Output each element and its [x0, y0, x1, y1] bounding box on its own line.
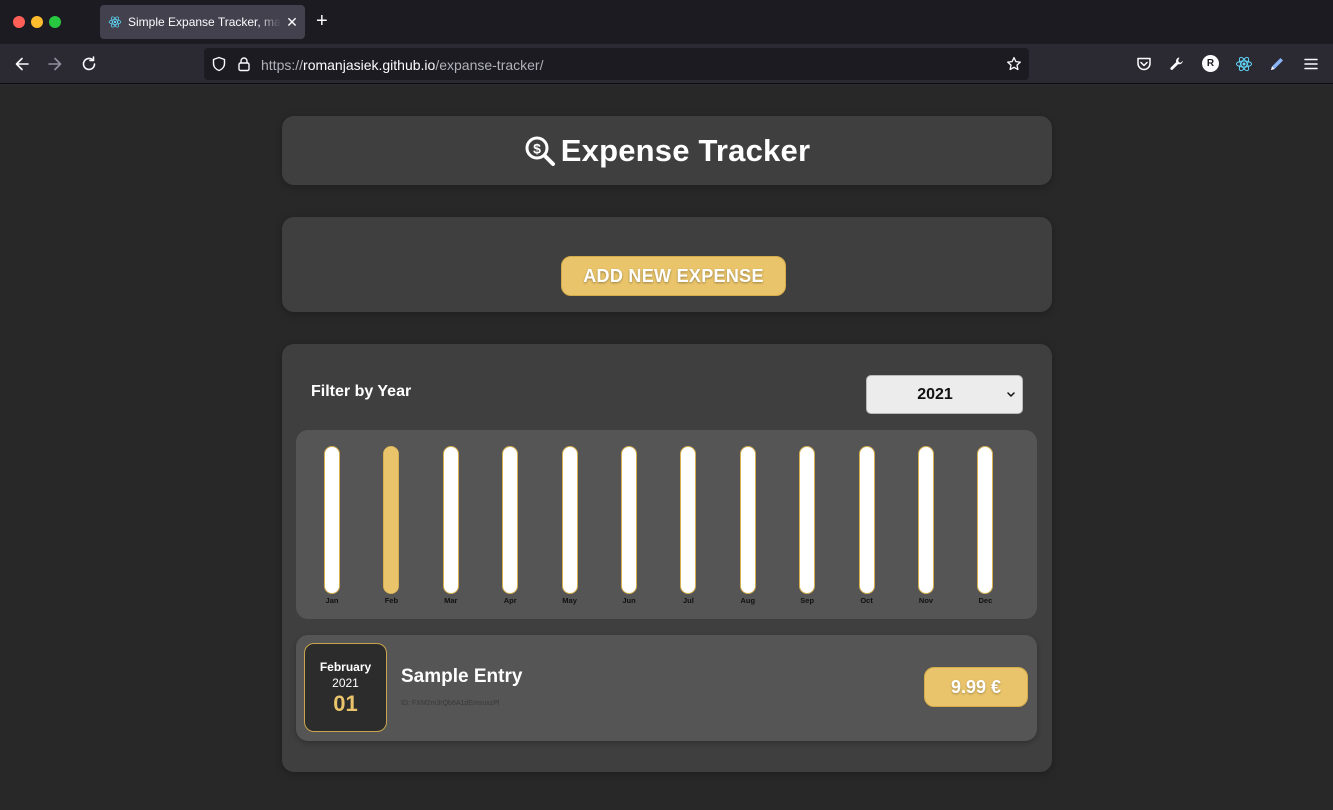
chart-bar-nov: Nov [916, 446, 936, 605]
pocket-icon[interactable] [1135, 55, 1153, 73]
chevron-down-icon [1007, 392, 1015, 397]
browser-titlebar: Simple Expanse Tracker, made with React … [0, 0, 1333, 44]
chart-bar-track [918, 446, 934, 594]
chart-bar-may: May [560, 446, 580, 605]
chart-bar-label: Sep [800, 596, 815, 605]
new-tab-button[interactable]: + [316, 11, 328, 31]
tab-title: Simple Expanse Tracker, made with React [128, 15, 281, 29]
chart-bar-track [561, 446, 578, 594]
back-icon[interactable] [12, 54, 32, 74]
tab-close-icon[interactable]: ✕ [285, 14, 299, 31]
forward-icon[interactable] [45, 54, 65, 74]
chart-bar-track [502, 446, 519, 594]
chart-bar-track [383, 446, 400, 594]
zoom-window-button[interactable] [49, 16, 61, 28]
browser-navbar: https://romanjasiek.github.io/expanse-tr… [0, 44, 1333, 84]
header-card: $ Expense Tracker [282, 116, 1052, 185]
year-filter-select[interactable]: 2021 [866, 375, 1023, 414]
expense-item[interactable]: February 2021 01 Sample Entry ID: FXM2m3… [296, 635, 1037, 741]
chart-bar-dec: Dec [975, 446, 995, 605]
page-content: $ Expense Tracker ADD NEW EXPENSE Filter… [0, 85, 1333, 810]
react-devtools-icon[interactable] [1235, 55, 1253, 73]
react-icon [108, 16, 122, 28]
reload-icon[interactable] [79, 54, 99, 74]
chart-bar-track [621, 446, 637, 594]
chart-bar-track [977, 446, 994, 594]
chart-bar-label: Nov [918, 596, 934, 605]
pen-icon[interactable] [1268, 55, 1286, 73]
chart-bar-fill [384, 447, 399, 593]
chart-bar-label: Oct [860, 596, 873, 605]
chart-bar-label: Feb [384, 596, 399, 605]
minimize-window-button[interactable] [31, 16, 43, 28]
wrench-icon[interactable] [1168, 55, 1186, 73]
browser-tab[interactable]: Simple Expanse Tracker, made with React … [100, 5, 305, 39]
menu-icon[interactable] [1302, 55, 1320, 73]
chart-bar-jan: Jan [322, 446, 342, 605]
chart-bar-track [680, 446, 697, 594]
chart-bar-label: Jun [622, 596, 636, 605]
chart-bar-jun: Jun [619, 446, 639, 605]
chart-bar-label: Jan [325, 596, 339, 605]
url-prefix: https:// [261, 57, 304, 73]
chart-bar-feb: Feb [381, 446, 401, 605]
close-window-button[interactable] [13, 16, 25, 28]
expense-date-month: February [319, 660, 372, 674]
url-bar[interactable]: https://romanjasiek.github.io/expanse-tr… [204, 48, 1029, 80]
filter-label: Filter by Year [311, 383, 412, 400]
year-select-value: 2021 [917, 386, 953, 403]
chart-bar-sep: Sep [797, 446, 817, 605]
chart-bar-label: Jul [682, 596, 694, 605]
chart-bar-track [324, 446, 340, 594]
chart-bar-mar: Mar [441, 446, 461, 605]
profile-icon[interactable]: R [1202, 55, 1219, 72]
expense-id: ID: FXM2m3rQb6A1dEmsuxzPl [401, 700, 500, 707]
chart-bar-label: May [562, 596, 577, 605]
shield-icon[interactable] [211, 56, 227, 72]
expense-date-year: 2021 [332, 676, 359, 690]
page-title: Expense Tracker [560, 132, 811, 168]
lock-icon[interactable] [236, 56, 252, 72]
chart-bar-label: Mar [444, 596, 458, 605]
chart-bar-aug: Aug [738, 446, 758, 605]
chart-bar-jul: Jul [678, 446, 698, 605]
chart-bar-track [442, 446, 459, 594]
add-expense-card: ADD NEW EXPENSE [282, 217, 1052, 312]
expense-date: February 2021 01 [304, 643, 387, 732]
chart-bar-label: Dec [978, 596, 993, 605]
expenses-chart: Jan Feb Mar Apr May Jun Jul Aug Sep Oct Nov Dec [296, 430, 1037, 619]
chart-bar-track [858, 446, 875, 594]
url-path: /expanse-tracker/ [435, 57, 544, 73]
chart-bar-label: Aug [740, 596, 756, 605]
expense-date-day: 01 [333, 691, 358, 716]
chart-bar-apr: Apr [500, 446, 520, 605]
expense-title: Sample Entry [401, 666, 523, 687]
chart-bar-oct: Oct [857, 446, 877, 605]
chart-bar-track [739, 446, 756, 594]
chart-bar-label: Apr [503, 596, 517, 605]
add-new-expense-button[interactable]: ADD NEW EXPENSE [561, 256, 786, 296]
search-dollar-icon: $ [525, 136, 555, 166]
url-text[interactable]: https://romanjasiek.github.io/expanse-tr… [261, 57, 544, 73]
url-host: romanjasiek.github.io [303, 57, 436, 73]
star-icon[interactable] [1006, 56, 1022, 72]
expense-amount: 9.99 € [924, 667, 1028, 707]
chart-bar-track [799, 446, 816, 594]
expenses-card: Filter by Year 2021 Jan Feb Mar Apr May Jun Ju… [282, 344, 1052, 772]
svg-text:$: $ [533, 140, 541, 156]
